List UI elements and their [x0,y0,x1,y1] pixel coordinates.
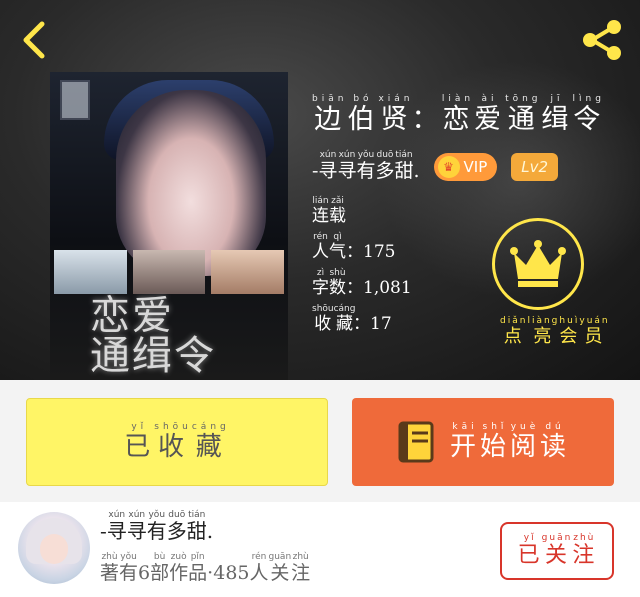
member-crown-button[interactable] [492,218,584,310]
serial-status: 连lián载zǎi [312,196,346,226]
author-bar-name-text: -寻xún寻xún有yǒu多duō甜tián. [100,510,214,543]
crown-icon [510,240,566,287]
share-icon [583,20,621,60]
author-info-bar: -寻xún寻xún有yǒu多duō甜tián. 著zhù有yǒu6部bù作zuò… [0,502,640,597]
avatar-face [40,534,68,564]
cover-lamp [60,80,90,120]
cover-title: 恋爱 通缉令 [90,296,270,376]
avatar[interactable] [18,512,90,584]
author-name[interactable]: -寻xún寻xún有yǒu多duō甜tián. [312,150,420,183]
cover-title-line2: 通缉令 [90,333,216,379]
book-title-text: 边biān伯bó贤xián：恋liàn爱ài通tōng缉jī令lìng [312,94,605,135]
collected-button[interactable]: 已yǐ收shōu藏cáng [26,398,328,486]
popularity-stat: 人rén气qì：175 [312,232,395,262]
favorites-value: 17 [370,314,392,334]
followed-button[interactable]: 已yǐ关guān注zhù [500,522,614,580]
cover-photo-strip [54,250,285,294]
word-count-stat: 字zì数shù：1,081 [312,268,412,298]
word-count-label: 字zì数shù： [312,268,363,298]
author-row: -寻xún寻xún有yǒu多duō甜tián. ♛ VIP Lv2 [312,150,559,183]
followed-label: 已yǐ关guān注zhù [517,533,597,568]
vip-crown-icon: ♛ [437,155,460,178]
member-label-text: 点diǎn亮liàng会huì员yuán [500,316,610,347]
chevron-left-icon [23,21,45,59]
level-badge: Lv2 [511,152,559,181]
author-bar-name[interactable]: -寻xún寻xún有yǒu多duō甜tián. [100,510,213,544]
favorites-label: 收shōu藏cáng： [312,304,371,334]
word-count-value: 1,081 [363,278,412,298]
author-works-stats: 著zhù有yǒu6部bù作zuò品pǐn·485人rén关guān注zhù [100,552,310,585]
favorites-stat: 收shōu藏cáng：17 [312,304,392,334]
author-works-stats-text: 著zhù有yǒu6部bù作zuò品pǐn·485人rén关guān注zhù [100,552,311,584]
book-cover[interactable]: 恋爱 通缉令 [50,72,288,380]
popularity-label: 人rén气qì： [312,232,363,262]
cover-portrait [116,90,266,276]
back-button[interactable] [14,18,58,62]
book-header-background: 恋爱 通缉令 边biān伯bó贤xián：恋liàn爱ài通tōng缉jī令lì… [0,0,640,380]
share-button[interactable] [578,16,626,64]
vip-label: VIP [463,157,488,176]
collected-label: 已yǐ收shōu藏cáng [124,421,230,462]
book-title: 边biān伯bó贤xián：恋liàn爱ài通tōng缉jī令lìng [312,94,632,136]
start-reading-label: 开kāi始shǐ阅yuè读dú [449,421,571,462]
cover-title-line1: 恋爱 [90,293,174,339]
serial-status-text: 连lián载zǎi [312,196,346,226]
book-icon [398,421,434,463]
popularity-value: 175 [363,242,396,262]
vip-badge: ♛ VIP [433,152,498,181]
action-bar: 已yǐ收shōu藏cáng 开kāi始shǐ阅yuè读dú [0,380,640,502]
start-reading-button[interactable]: 开kāi始shǐ阅yuè读dú [352,398,614,486]
member-label[interactable]: 点diǎn亮liàng会huì员yuán [500,316,610,348]
